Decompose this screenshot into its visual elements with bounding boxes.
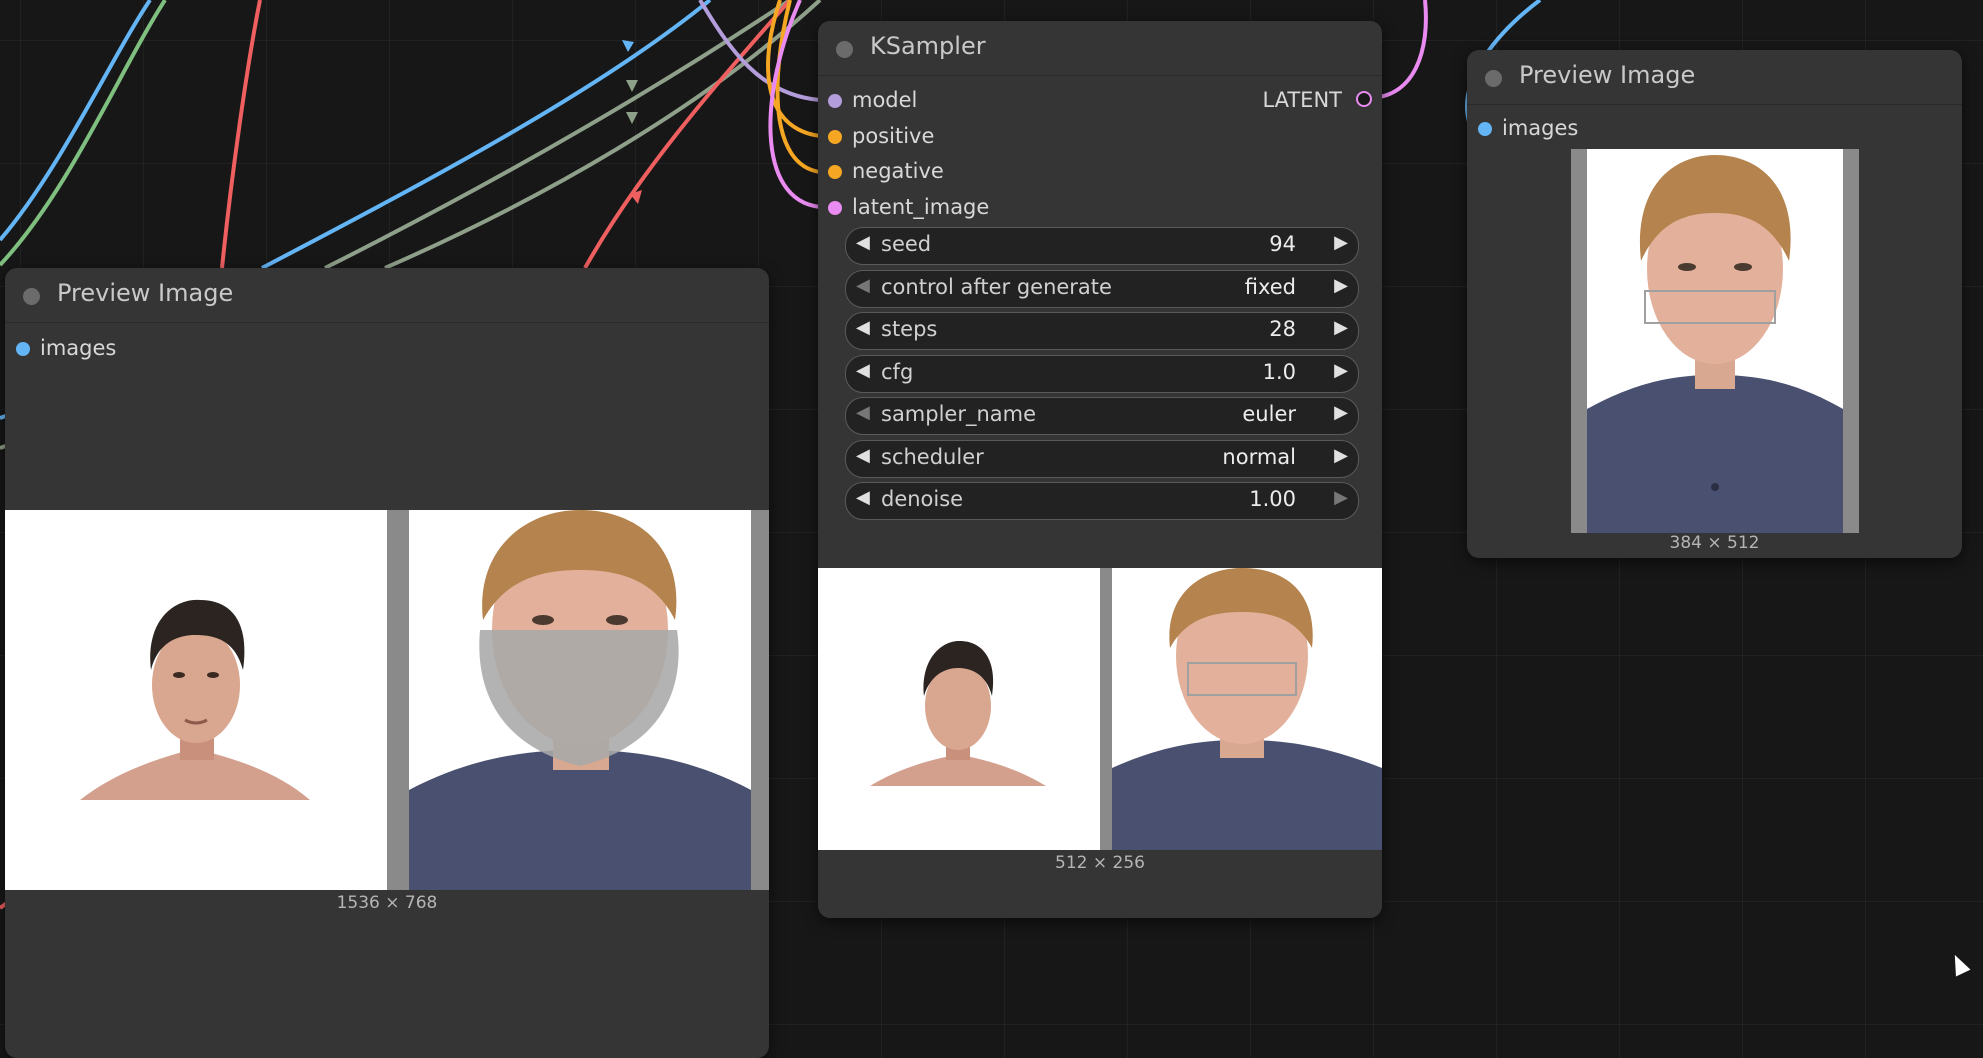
- decrement-arrow-icon[interactable]: ◀: [856, 402, 870, 423]
- widget-value[interactable]: normal: [1222, 445, 1296, 469]
- mouse-cursor-icon: [1947, 951, 1971, 977]
- image-size-caption: 512 × 256: [1055, 853, 1145, 873]
- wire-gray-1: [324, 0, 792, 270]
- increment-arrow-icon[interactable]: ▶: [1334, 232, 1348, 253]
- widget-value[interactable]: 1.0: [1263, 360, 1296, 384]
- slot-label: images: [40, 336, 117, 360]
- wire-image-blue: [261, 0, 712, 270]
- latent-slot-dot[interactable]: [828, 201, 842, 215]
- slot-label: latent_image: [852, 195, 990, 219]
- wire-arrow-gray-2: [626, 112, 638, 124]
- increment-arrow-icon[interactable]: ▶: [1334, 487, 1348, 508]
- preview-image-node-left[interactable]: Preview Image images 1536 × 768: [5, 268, 769, 1058]
- node-title: Preview Image: [1519, 61, 1696, 89]
- decrement-arrow-icon[interactable]: ◀: [856, 275, 870, 296]
- image-size-caption: 384 × 512: [1669, 533, 1760, 553]
- widget-value[interactable]: 28: [1269, 317, 1296, 341]
- increment-arrow-icon[interactable]: ▶: [1334, 402, 1348, 423]
- decrement-arrow-icon[interactable]: ◀: [856, 317, 870, 338]
- increment-arrow-icon[interactable]: ▶: [1334, 360, 1348, 381]
- widget-value[interactable]: fixed: [1245, 275, 1296, 299]
- wire-gray-2: [384, 0, 822, 270]
- wire-arrow-red: [630, 190, 642, 204]
- node-header[interactable]: Preview Image: [5, 268, 769, 323]
- slot-label: model: [852, 88, 918, 112]
- widget-control-after-generate[interactable]: ◀ control after generate fixed ▶: [845, 270, 1359, 308]
- node-title: Preview Image: [57, 279, 234, 307]
- widget-steps[interactable]: ◀ steps 28 ▶: [845, 312, 1359, 350]
- increment-arrow-icon[interactable]: ▶: [1334, 445, 1348, 466]
- widget-seed[interactable]: ◀ seed 94 ▶: [845, 227, 1359, 265]
- widget-label: steps: [881, 317, 938, 341]
- increment-arrow-icon[interactable]: ▶: [1334, 317, 1348, 338]
- widget-denoise[interactable]: ◀ denoise 1.00 ▶: [845, 482, 1359, 520]
- widget-label: seed: [881, 232, 932, 256]
- image-slot-dot[interactable]: [1478, 122, 1492, 136]
- widget-cfg[interactable]: ◀ cfg 1.0 ▶: [845, 355, 1359, 393]
- widget-label: cfg: [881, 360, 914, 384]
- image-size-caption: 1536 × 768: [336, 893, 438, 913]
- wire-positive: [766, 0, 821, 138]
- collapse-dot[interactable]: [1485, 70, 1502, 87]
- widget-label: control after generate: [881, 275, 1112, 299]
- output-slot-latent[interactable]: LATENT: [1262, 88, 1342, 112]
- widget-value[interactable]: euler: [1242, 402, 1296, 426]
- wire-latent-in: [768, 0, 821, 209]
- widget-scheduler[interactable]: ◀ scheduler normal ▶: [845, 440, 1359, 478]
- decrement-arrow-icon[interactable]: ◀: [856, 232, 870, 253]
- decrement-arrow-icon[interactable]: ◀: [856, 360, 870, 381]
- node-title: KSampler: [870, 32, 986, 60]
- increment-arrow-icon[interactable]: ▶: [1334, 275, 1348, 296]
- wire-red-main: [583, 0, 792, 269]
- wire-arrow-gray-1: [626, 80, 638, 92]
- conditioning-slot-dot[interactable]: [828, 130, 842, 144]
- latent-output-dot[interactable]: [1356, 91, 1372, 107]
- wire-red-left: [220, 0, 262, 269]
- widget-label: sampler_name: [881, 402, 1037, 426]
- wire-model: [698, 0, 821, 102]
- node-header[interactable]: KSampler: [818, 21, 1382, 76]
- node-header[interactable]: Preview Image: [1467, 50, 1962, 105]
- wire-green-left: [0, 0, 167, 267]
- decrement-arrow-icon[interactable]: ◀: [856, 487, 870, 508]
- slot-label: negative: [852, 159, 944, 183]
- conditioning-slot-dot[interactable]: [828, 165, 842, 179]
- preview-image[interactable]: [5, 510, 769, 890]
- preview-image[interactable]: [1571, 149, 1859, 533]
- collapse-dot[interactable]: [23, 288, 40, 305]
- collapse-dot[interactable]: [836, 41, 853, 58]
- wire-negative: [775, 0, 821, 174]
- slot-label: positive: [852, 124, 935, 148]
- output-label: LATENT: [1262, 88, 1342, 112]
- widget-value[interactable]: 94: [1269, 232, 1296, 256]
- preview-image-node-right[interactable]: Preview Image images 384 × 512: [1467, 50, 1962, 558]
- image-slot-dot[interactable]: [16, 342, 30, 356]
- model-slot-dot[interactable]: [828, 94, 842, 108]
- slot-label: images: [1502, 116, 1579, 140]
- widget-sampler-name[interactable]: ◀ sampler_name euler ▶: [845, 397, 1359, 435]
- decrement-arrow-icon[interactable]: ◀: [856, 445, 870, 466]
- widget-label: scheduler: [881, 445, 984, 469]
- widget-value[interactable]: 1.00: [1249, 487, 1296, 511]
- wire-arrow-blue: [622, 40, 634, 52]
- widget-label: denoise: [881, 487, 964, 511]
- ksampler-node[interactable]: KSampler model positive negative latent_…: [818, 21, 1382, 918]
- latent-preview-image[interactable]: [818, 568, 1382, 850]
- wire-image-blue-left: [0, 0, 152, 242]
